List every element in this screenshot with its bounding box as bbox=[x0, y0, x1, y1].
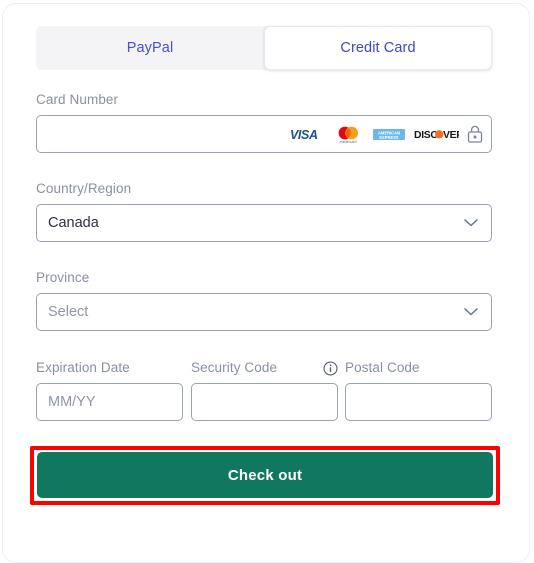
svg-text:DISC: DISC bbox=[414, 130, 438, 140]
country-select[interactable]: Canada bbox=[36, 204, 492, 242]
accepted-card-brands: VISA mastercard AMERICAN EXPRESS DISC VE bbox=[290, 124, 483, 144]
lock-icon bbox=[467, 125, 483, 143]
svg-text:mastercard: mastercard bbox=[340, 140, 357, 144]
tab-paypal[interactable]: PayPal bbox=[36, 26, 264, 70]
svg-text:VER: VER bbox=[443, 130, 459, 140]
province-select[interactable]: Select bbox=[36, 293, 492, 331]
country-label: Country/Region bbox=[36, 181, 132, 196]
province-value: Select bbox=[48, 304, 89, 320]
security-code-field-group: Security Code bbox=[191, 360, 338, 421]
info-icon[interactable] bbox=[323, 360, 338, 376]
security-code-label-row: Security Code bbox=[191, 360, 338, 376]
country-field-group: Country/Region Canada bbox=[36, 181, 492, 242]
tab-credit-card[interactable]: Credit Card bbox=[264, 26, 492, 70]
chevron-down-icon bbox=[464, 219, 478, 227]
tab-paypal-label: PayPal bbox=[126, 40, 174, 56]
expiration-date-label: Expiration Date bbox=[36, 360, 130, 375]
postal-code-label: Postal Code bbox=[345, 360, 420, 375]
card-number-input[interactable]: VISA mastercard AMERICAN EXPRESS DISC VE bbox=[36, 115, 492, 153]
security-code-label: Security Code bbox=[191, 360, 278, 375]
svg-text:VISA: VISA bbox=[290, 128, 318, 140]
province-field-group: Province Select bbox=[36, 270, 492, 331]
mastercard-icon: mastercard bbox=[332, 124, 364, 144]
card-number-label: Card Number bbox=[36, 92, 119, 107]
checkout-button[interactable]: Check out bbox=[37, 452, 493, 498]
country-value: Canada bbox=[48, 215, 99, 231]
discover-icon: DISC VER bbox=[414, 130, 459, 140]
security-code-input[interactable] bbox=[191, 383, 338, 421]
province-label: Province bbox=[36, 270, 90, 285]
checkout-page: PayPal Credit Card Card Number VISA mast… bbox=[0, 0, 534, 563]
chevron-down-icon bbox=[464, 308, 478, 316]
card-number-field-group: Card Number VISA mastercard AMERICAN EXP… bbox=[36, 92, 492, 153]
expiration-date-field-group: Expiration Date MM/YY bbox=[36, 360, 183, 421]
expiration-date-placeholder: MM/YY bbox=[48, 394, 96, 410]
payment-method-tabs: PayPal Credit Card bbox=[36, 26, 492, 70]
postal-code-input[interactable] bbox=[345, 383, 492, 421]
postal-code-field-group: Postal Code bbox=[345, 360, 492, 421]
svg-text:EXPRESS: EXPRESS bbox=[379, 134, 399, 139]
visa-icon: VISA bbox=[290, 128, 318, 140]
expiration-date-input[interactable]: MM/YY bbox=[36, 383, 183, 421]
checkout-button-label: Check out bbox=[227, 466, 303, 484]
amex-icon: AMERICAN EXPRESS bbox=[372, 126, 406, 142]
tab-credit-card-label: Credit Card bbox=[340, 40, 416, 56]
